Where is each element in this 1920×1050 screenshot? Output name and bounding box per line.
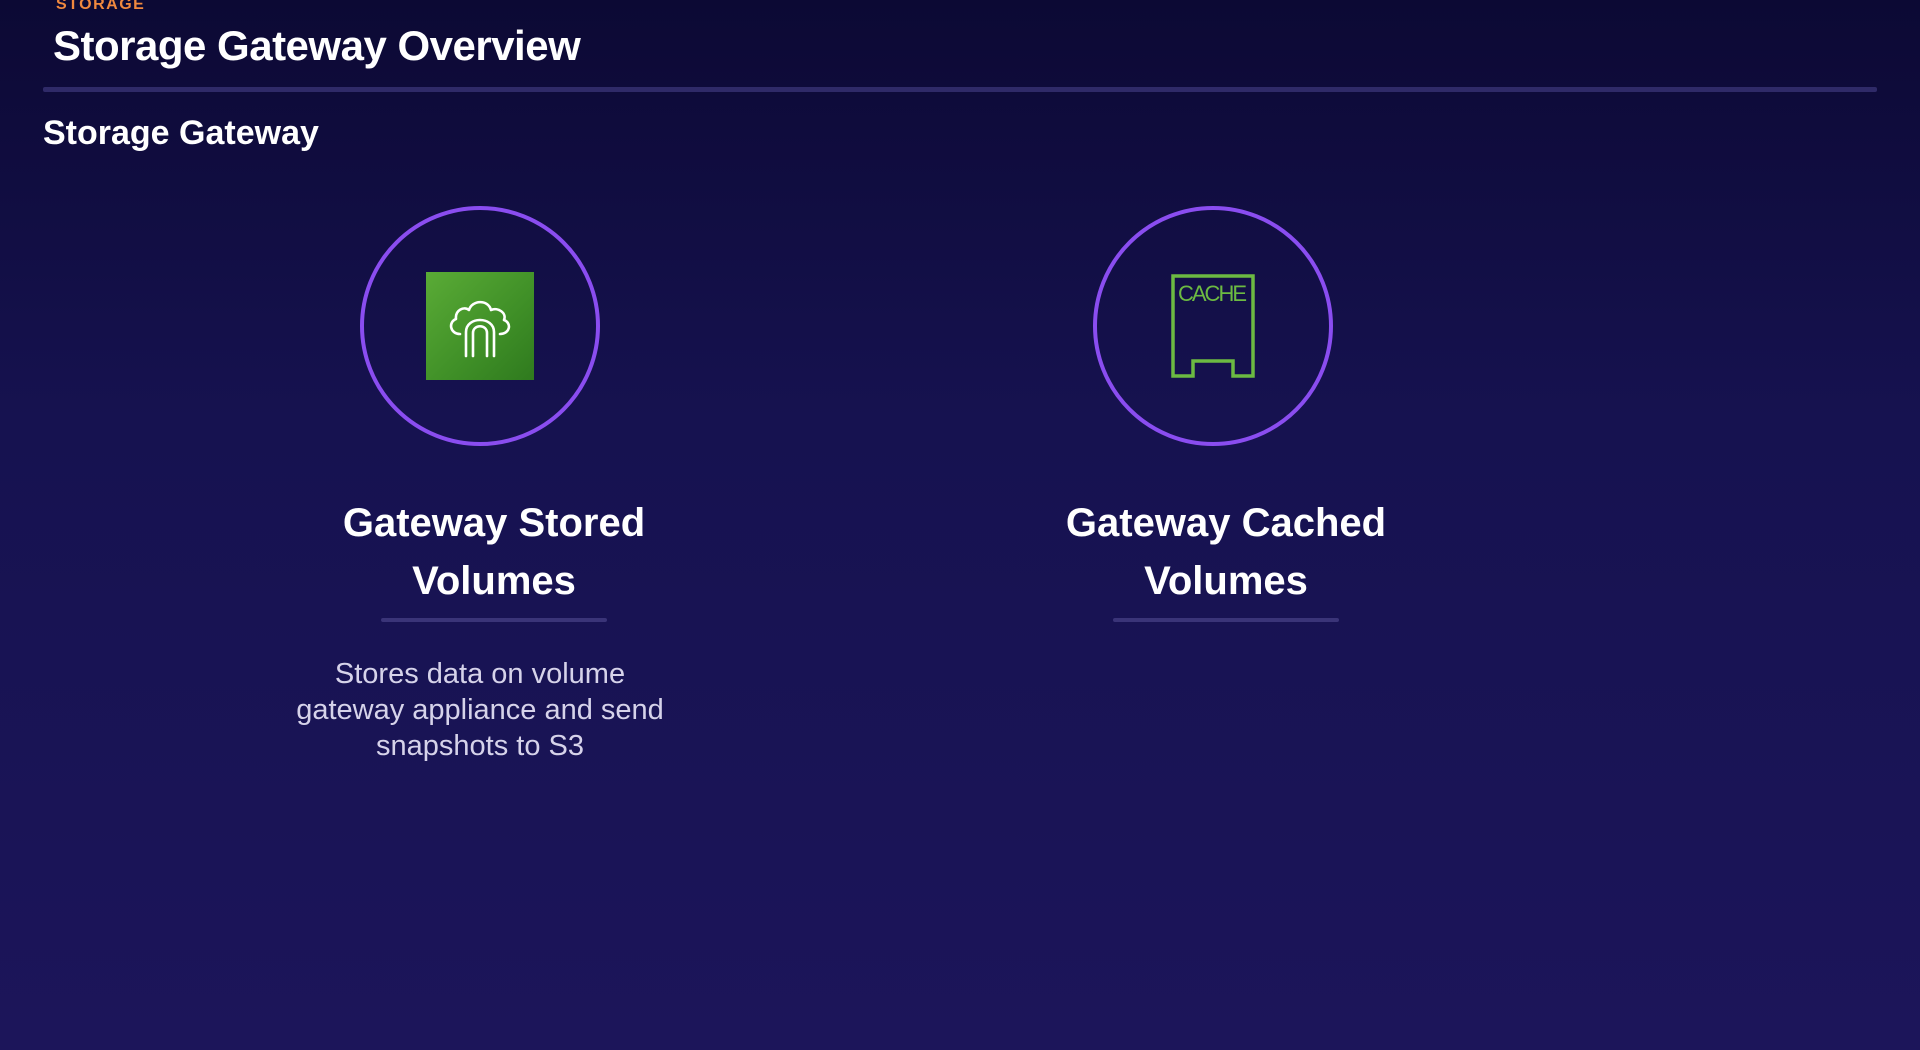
cache-icon-label: CACHE <box>1178 281 1247 306</box>
stored-volumes-title-line2: Volumes <box>412 559 576 603</box>
cache-icon: CACHE <box>1170 273 1256 379</box>
cached-volumes-title-line1: Gateway Cached <box>1065 501 1387 545</box>
stored-volumes-underline <box>381 618 607 622</box>
section-title: Storage Gateway <box>43 114 319 152</box>
cached-volumes-icon-ring: CACHE <box>1093 206 1333 446</box>
title-divider <box>43 87 1877 92</box>
stored-volumes-icon-ring <box>360 206 600 446</box>
category-label: STORAGE <box>56 0 146 13</box>
stored-volumes-title-line1: Gateway Stored <box>342 501 646 545</box>
storage-gateway-icon <box>426 272 534 380</box>
stored-volumes-description-line3: snapshots to S3 <box>376 730 584 762</box>
cached-volumes-title-line2: Volumes <box>1144 559 1308 603</box>
cached-volumes-title: Gateway Cached Volumes <box>996 494 1456 610</box>
cached-volumes-card: CACHE Gateway Cached Volumes <box>996 206 1456 622</box>
cached-volumes-underline <box>1113 618 1339 622</box>
stored-volumes-description-line1: Stores data on volume <box>334 658 626 690</box>
stored-volumes-card: Gateway Stored Volumes Stores data on vo… <box>264 206 724 764</box>
page-title: Storage Gateway Overview <box>53 22 581 69</box>
stored-volumes-description-line2: gateway appliance and send <box>296 694 664 726</box>
slide: STORAGE Storage Gateway Overview Storage… <box>0 0 1920 1050</box>
stored-volumes-title: Gateway Stored Volumes <box>264 494 724 610</box>
stored-volumes-description: Stores data on volume gateway appliance … <box>270 656 690 764</box>
